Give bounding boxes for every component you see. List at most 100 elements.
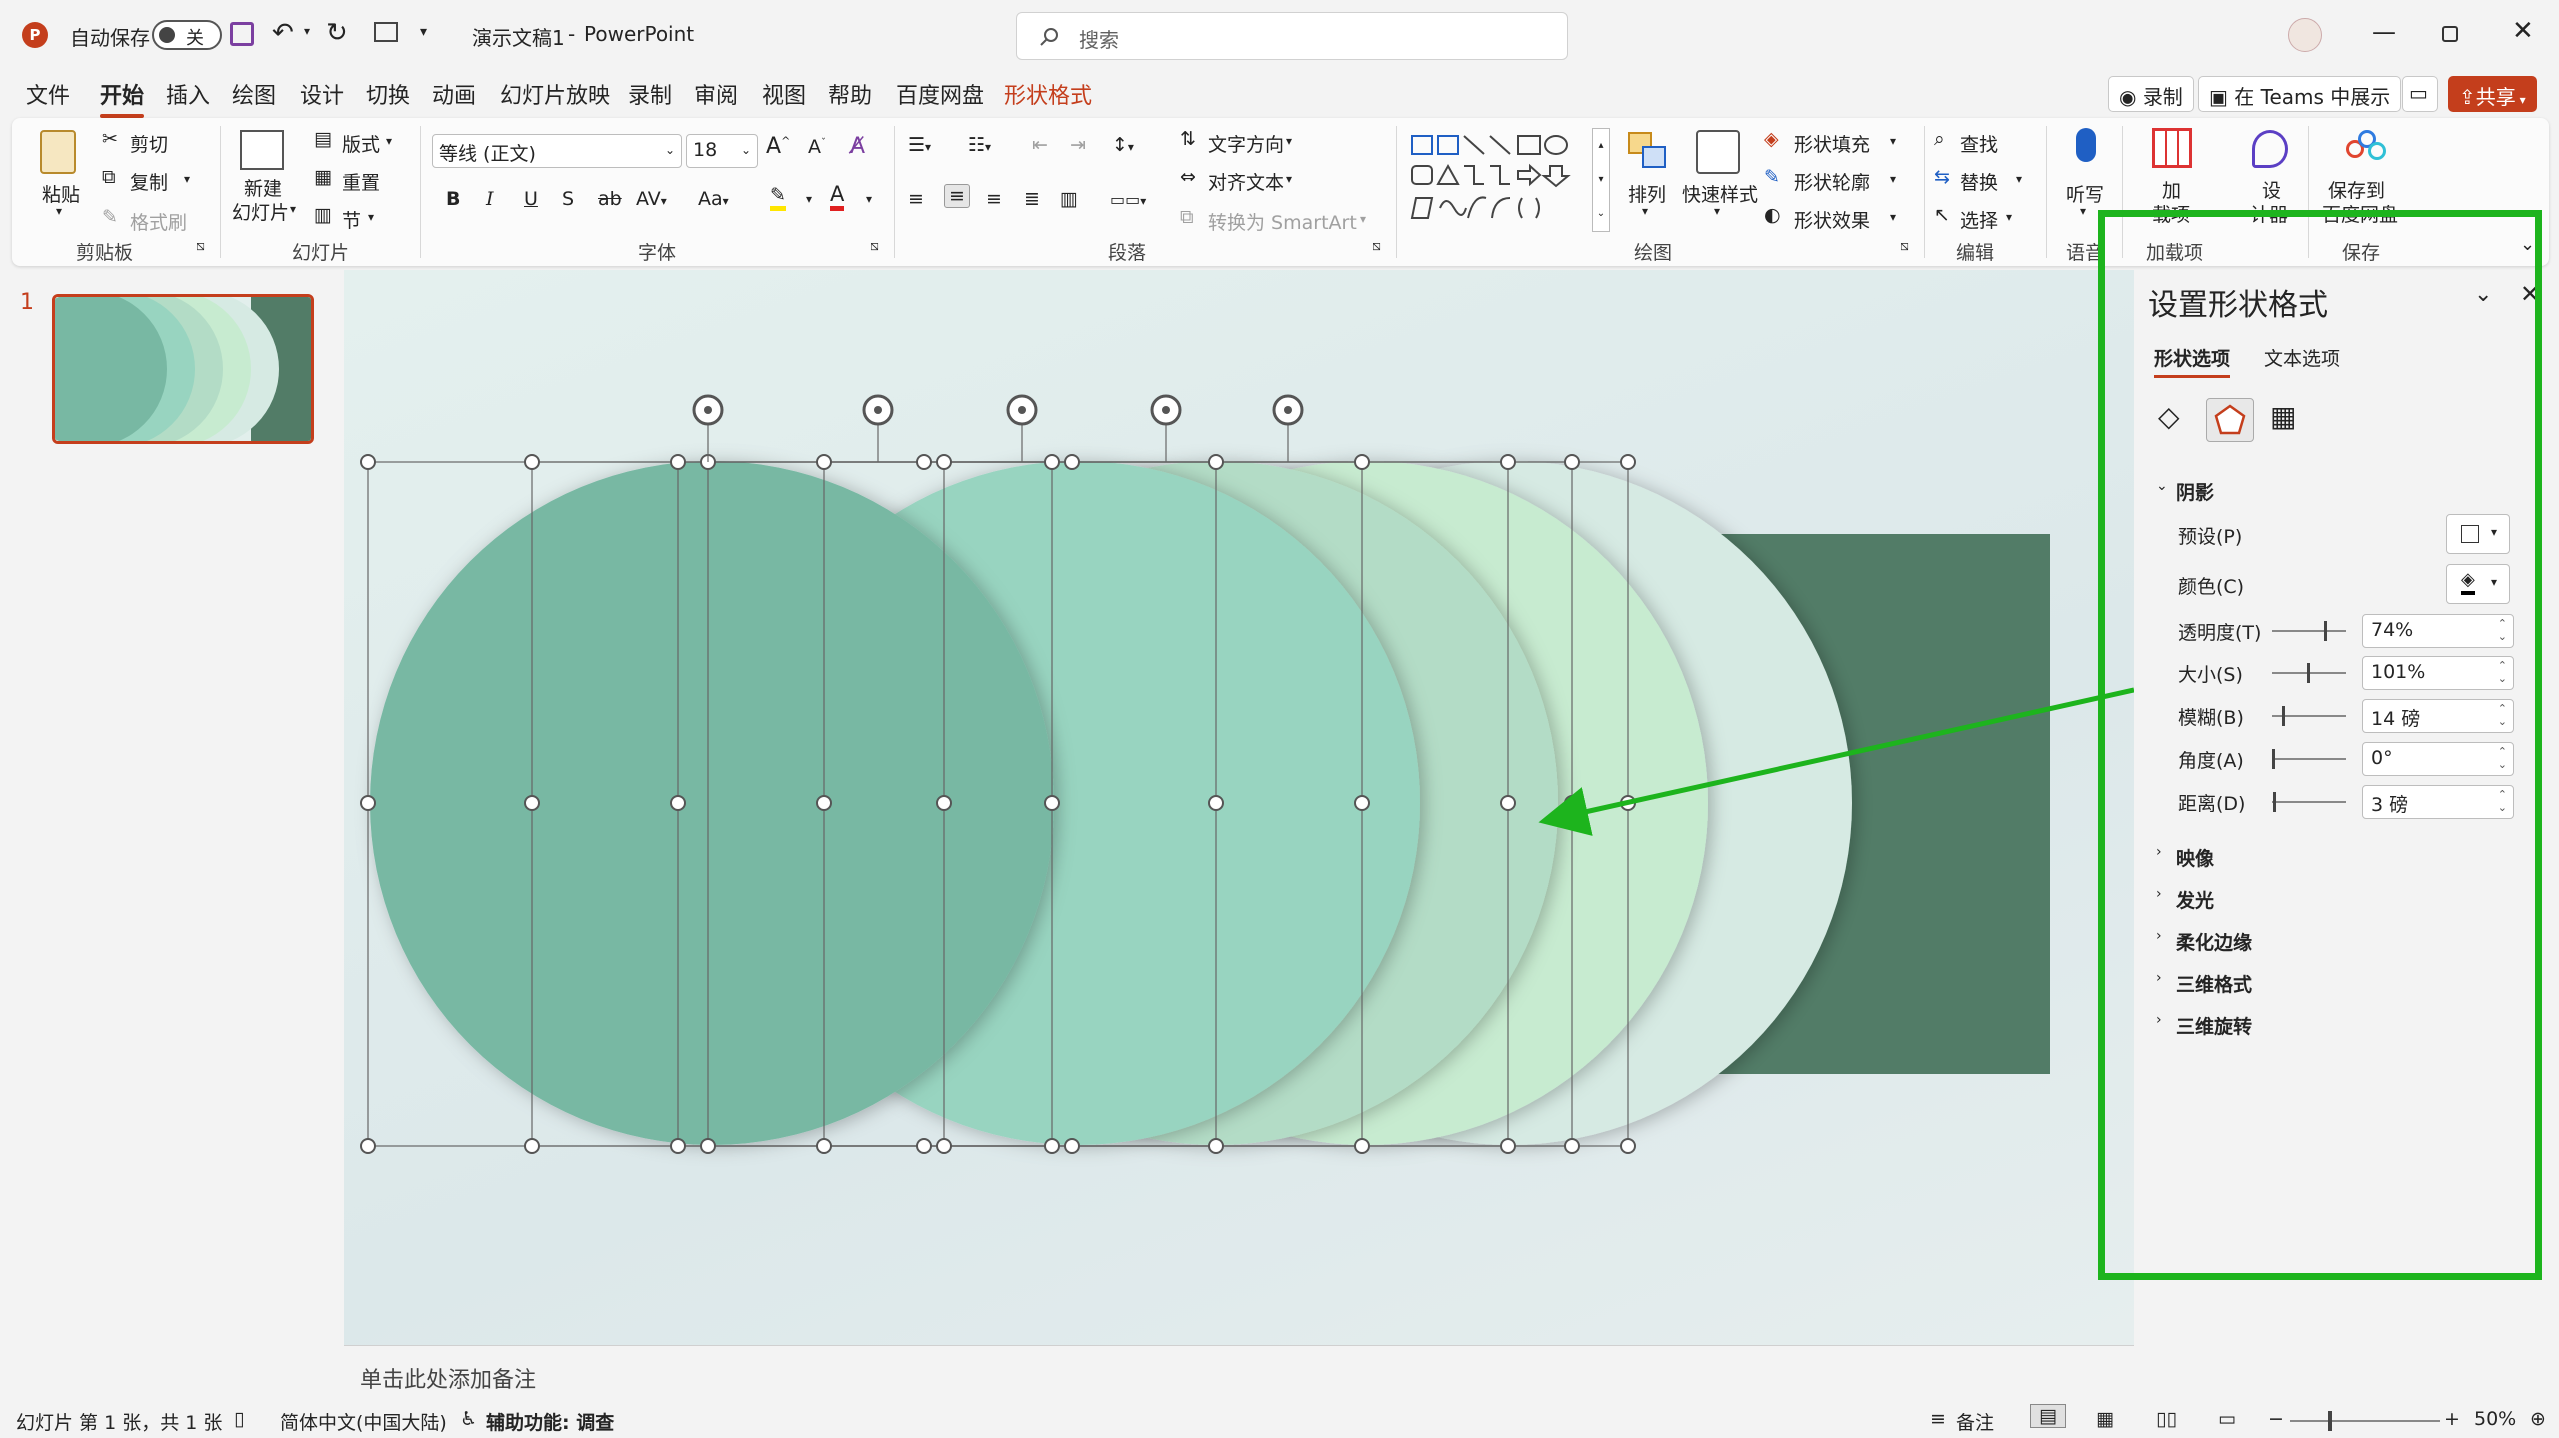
quick-styles-label[interactable]: 快速样式 — [1682, 180, 1758, 207]
resize-handle[interactable] — [1064, 1138, 1080, 1154]
paste-icon[interactable] — [40, 130, 76, 174]
font-color-dropdown-icon[interactable]: ▾ — [866, 192, 872, 206]
select-dropdown-icon[interactable]: ▾ — [2006, 210, 2012, 224]
paste-label[interactable]: 粘贴 — [42, 180, 80, 207]
resize-handle[interactable] — [670, 795, 686, 811]
align-right-icon[interactable]: ≡ — [986, 188, 1002, 210]
shape-outline-icon[interactable]: ✎ — [1764, 166, 1780, 188]
resize-handle[interactable] — [1044, 454, 1060, 470]
align-left-icon[interactable]: ≡ — [908, 188, 924, 210]
shape-effects-icon[interactable]: ◐ — [1764, 204, 1781, 226]
addins-icon[interactable] — [2152, 128, 2192, 168]
slideshow-view-icon[interactable]: ▭ — [2218, 1408, 2236, 1430]
resize-handle[interactable] — [360, 795, 376, 811]
font-launcher-icon[interactable]: ⧅ — [870, 238, 879, 254]
quick-styles-dropdown-icon[interactable]: ▾ — [1714, 204, 1720, 218]
tab-insert[interactable]: 插入 — [166, 78, 210, 110]
designer-label-1[interactable]: 设 — [2262, 176, 2281, 203]
resize-handle[interactable] — [670, 1138, 686, 1154]
font-color-icon[interactable]: A — [830, 182, 845, 211]
minimize-icon[interactable]: — — [2372, 18, 2396, 46]
normal-view-icon[interactable]: ▤ — [2030, 1404, 2066, 1428]
rotate-handle-icon[interactable] — [1272, 394, 1304, 462]
rotation-handles[interactable] — [692, 394, 1304, 462]
bold-icon[interactable]: B — [446, 188, 460, 210]
resize-handle[interactable] — [916, 454, 932, 470]
highlight-dropdown-icon[interactable]: ▾ — [806, 192, 812, 206]
underline-icon[interactable]: U — [524, 188, 538, 210]
shape-fill-label[interactable]: 形状填充 — [1794, 130, 1870, 157]
section-icon[interactable]: ▥ — [314, 204, 332, 226]
align-text-icon[interactable]: ⇔ — [1180, 166, 1196, 188]
resize-handle[interactable] — [1620, 454, 1636, 470]
align-center-icon[interactable]: ≡ — [944, 184, 970, 208]
zoom-level[interactable]: 50% — [2474, 1408, 2516, 1430]
spelling-icon[interactable]: ▯ — [234, 1408, 244, 1430]
align-text-dropdown-icon[interactable]: ▾ — [1286, 172, 1292, 186]
increase-indent-icon[interactable]: ⇥ — [1070, 134, 1086, 156]
tab-animations[interactable]: 动画 — [432, 78, 476, 110]
autosave-toggle[interactable]: 关 — [152, 20, 222, 50]
zoom-slider[interactable] — [2290, 1411, 2440, 1431]
text-direction-icon[interactable]: ⇅ — [1180, 128, 1196, 150]
undo-dropdown-icon[interactable]: ▾ — [304, 24, 310, 38]
rotate-handle-icon[interactable] — [1006, 394, 1038, 462]
copy-dropdown-icon[interactable]: ▾ — [184, 172, 190, 186]
reading-view-icon[interactable]: ▯▯ — [2156, 1408, 2177, 1430]
copy-label[interactable]: 复制 — [130, 168, 168, 195]
close-window-icon[interactable]: ✕ — [2512, 16, 2534, 46]
zoom-in-icon[interactable]: + — [2444, 1408, 2460, 1430]
designer-icon[interactable] — [2252, 130, 2288, 168]
resize-handle[interactable] — [816, 1138, 832, 1154]
comments-button[interactable]: ▭ — [2402, 76, 2438, 112]
shapes-gallery[interactable] — [1406, 128, 1604, 232]
align-text-label[interactable]: 对齐文本 — [1208, 168, 1284, 195]
restore-icon[interactable] — [2442, 26, 2458, 42]
paragraph-launcher-icon[interactable]: ⧅ — [1372, 238, 1381, 254]
resize-handle[interactable] — [1500, 1138, 1516, 1154]
highlight-icon[interactable]: ✎ — [770, 184, 786, 211]
char-spacing-icon[interactable]: AV▾ — [636, 188, 667, 210]
shape-outline-label[interactable]: 形状轮廓 — [1794, 168, 1870, 195]
shape-effects-label[interactable]: 形状效果 — [1794, 206, 1870, 233]
decrease-indent-icon[interactable]: ⇤ — [1032, 134, 1048, 156]
resize-handle[interactable] — [1354, 454, 1370, 470]
line-spacing-icon[interactable]: ↕▾ — [1112, 134, 1134, 156]
reset-icon[interactable]: ▦ — [314, 166, 332, 188]
resize-handle[interactable] — [524, 795, 540, 811]
bullets-icon[interactable]: ☰▾ — [908, 134, 931, 156]
resize-handle[interactable] — [816, 795, 832, 811]
section-label[interactable]: 节 — [342, 206, 361, 233]
resize-handle[interactable] — [670, 454, 686, 470]
replace-dropdown-icon[interactable]: ▾ — [2016, 172, 2022, 186]
increase-font-icon[interactable]: A^ — [766, 134, 790, 159]
find-label[interactable]: 查找 — [1960, 130, 1998, 157]
resize-handle[interactable] — [1564, 454, 1580, 470]
resize-handle[interactable] — [360, 454, 376, 470]
resize-handle[interactable] — [1500, 454, 1516, 470]
paste-dropdown-icon[interactable]: ▾ — [56, 204, 62, 218]
baidu-netdisk-icon[interactable] — [2346, 130, 2386, 164]
layout-dropdown-icon[interactable]: ▾ — [386, 134, 392, 148]
slide-sorter-icon[interactable]: ▦ — [2096, 1408, 2114, 1430]
language-status[interactable]: 简体中文(中国大陆) — [280, 1408, 447, 1435]
search-box[interactable]: 搜索 — [1016, 12, 1568, 60]
tab-home[interactable]: 开始 — [100, 78, 145, 118]
select-icon[interactable]: ↖ — [1934, 204, 1950, 226]
font-name-combo[interactable]: 等线 (正文) ⌄ — [432, 134, 682, 168]
change-case-icon[interactable]: Aa▾ — [698, 188, 729, 210]
shape-effects-dropdown-icon[interactable]: ▾ — [1890, 210, 1896, 224]
resize-handle[interactable] — [524, 454, 540, 470]
redo-icon[interactable]: ↻ — [326, 18, 348, 48]
addins-label-1[interactable]: 加 — [2162, 176, 2181, 203]
clear-format-icon[interactable]: A̸ — [850, 134, 865, 159]
presentation-start-icon[interactable] — [374, 22, 398, 42]
copy-icon[interactable]: ⧉ — [102, 166, 116, 188]
resize-handle[interactable] — [1354, 795, 1370, 811]
resize-handle[interactable] — [524, 1138, 540, 1154]
teams-present-button[interactable]: ▣ 在 Teams 中展示 — [2198, 76, 2402, 112]
resize-handle[interactable] — [936, 454, 952, 470]
quick-styles-icon[interactable] — [1696, 130, 1740, 174]
numbering-icon[interactable]: ☷▾ — [968, 134, 991, 156]
fit-to-window-icon[interactable]: ⊕ — [2530, 1408, 2546, 1430]
